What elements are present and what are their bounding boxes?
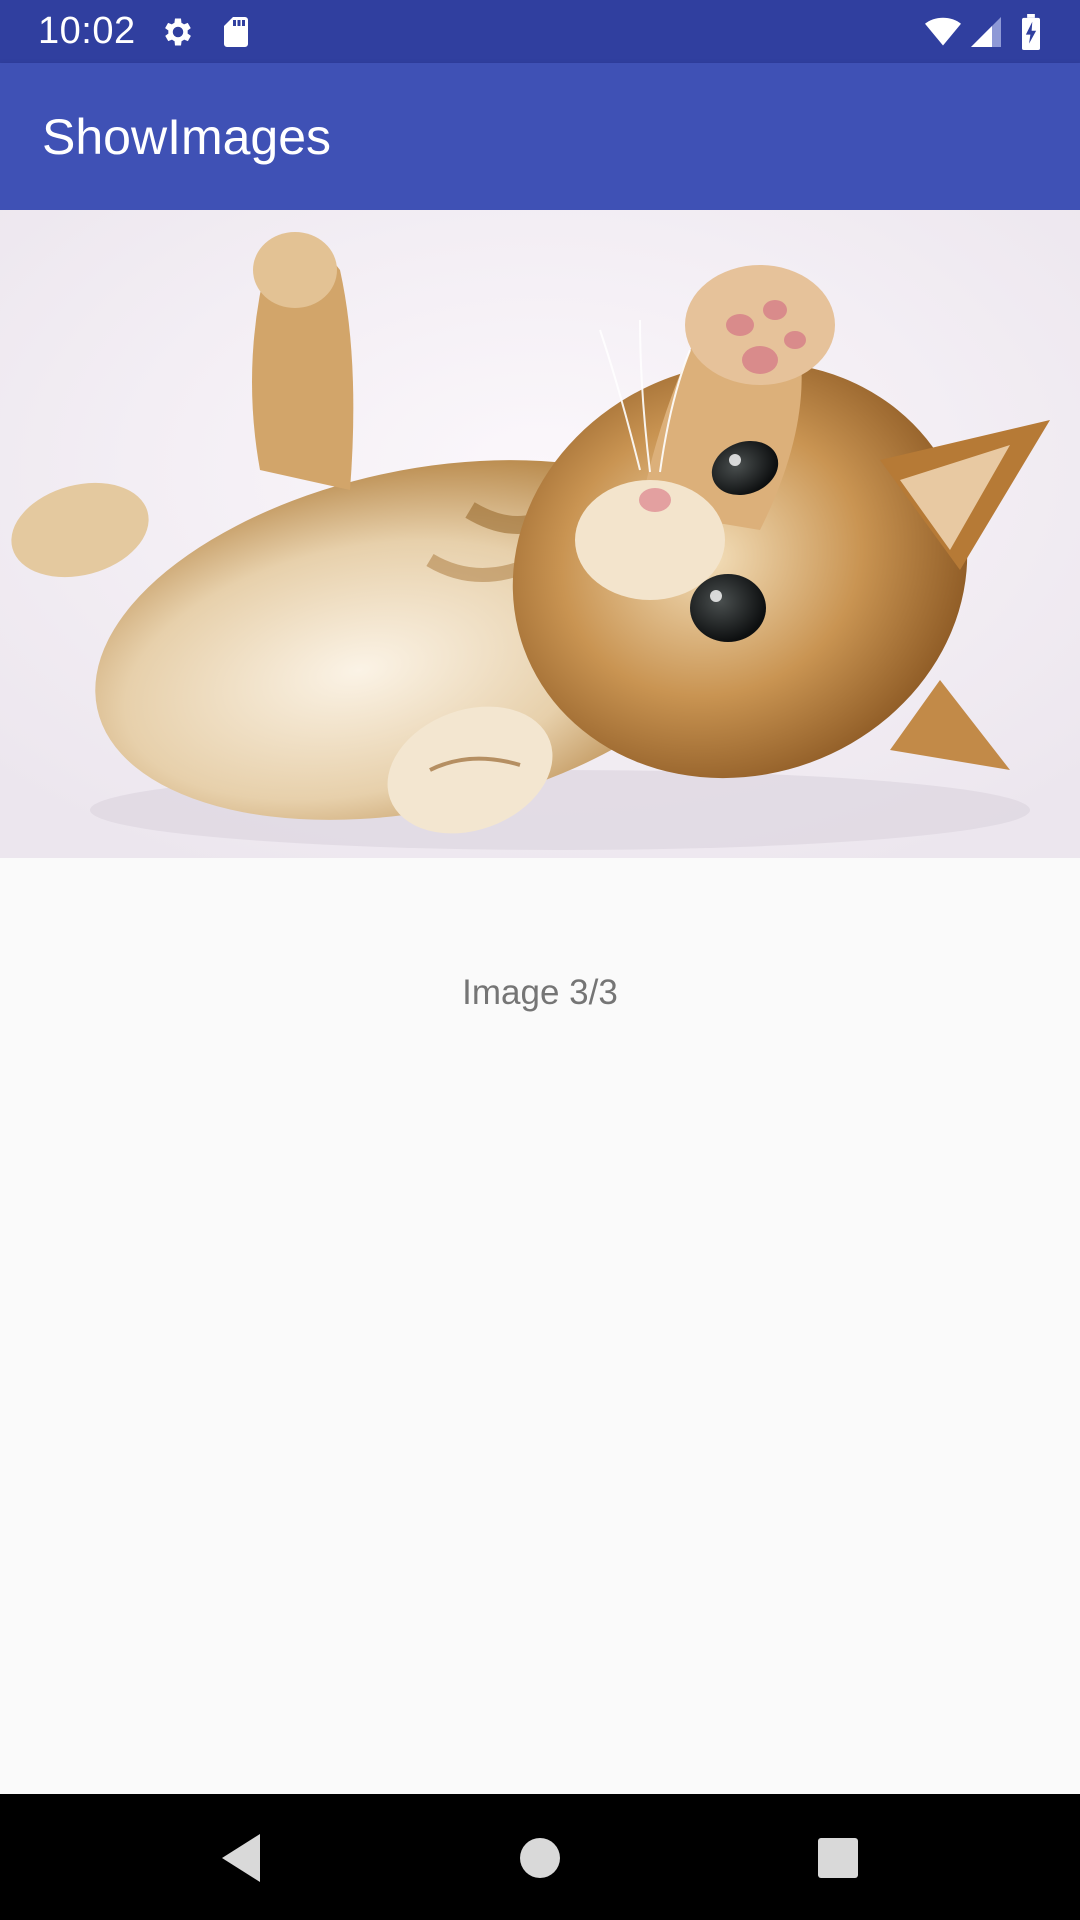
kitten-illustration (0, 210, 1080, 858)
image-counter: Image 3/3 (462, 973, 618, 1012)
gear-icon (160, 14, 196, 50)
navigation-bar (0, 1794, 1080, 1920)
status-time: 10:02 (38, 10, 136, 52)
status-bar: 10:02 (0, 0, 1080, 63)
cell-signal-icon (968, 14, 1004, 50)
recents-icon[interactable] (802, 1822, 874, 1894)
back-icon[interactable] (204, 1822, 276, 1894)
home-icon[interactable] (504, 1822, 576, 1894)
wifi-icon (922, 14, 964, 50)
kitten-image (0, 210, 1080, 858)
battery-charging-icon (1015, 14, 1047, 50)
screen: 10:02 ShowImages Image 3/3 (0, 0, 1080, 1920)
app-bar: ShowImages (0, 63, 1080, 210)
sd-card-icon (218, 14, 254, 50)
app-title: ShowImages (42, 109, 332, 165)
